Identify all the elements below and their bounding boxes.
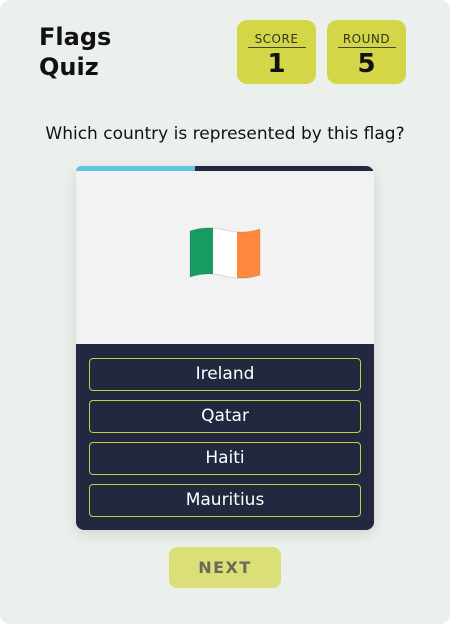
question-text: Which country is represented by this fla…: [45, 124, 405, 144]
answer-option-qatar[interactable]: Qatar: [89, 400, 361, 433]
page-title: Flags Quiz: [39, 22, 111, 82]
answer-option-mauritius[interactable]: Mauritius: [89, 484, 361, 517]
score-value: 1: [267, 49, 286, 79]
answer-options: Ireland Qatar Haiti Mauritius: [89, 358, 361, 526]
flag-display: [76, 171, 374, 344]
round-value: 5: [357, 49, 376, 79]
score-label: SCORE: [247, 32, 306, 48]
ireland-flag-icon: [188, 225, 262, 281]
answer-option-ireland[interactable]: Ireland: [89, 358, 361, 391]
round-badge: ROUND 5: [327, 20, 406, 84]
round-label: ROUND: [337, 32, 396, 48]
title-line-1: Flags: [39, 23, 112, 51]
title-line-2: Quiz: [39, 53, 99, 81]
answer-option-haiti[interactable]: Haiti: [89, 442, 361, 475]
quiz-app: Flags Quiz SCORE 1 ROUND 5 Which country…: [0, 0, 450, 624]
next-button[interactable]: NEXT: [169, 547, 281, 588]
score-badge: SCORE 1: [237, 20, 316, 84]
quiz-card: Ireland Qatar Haiti Mauritius: [76, 166, 374, 530]
